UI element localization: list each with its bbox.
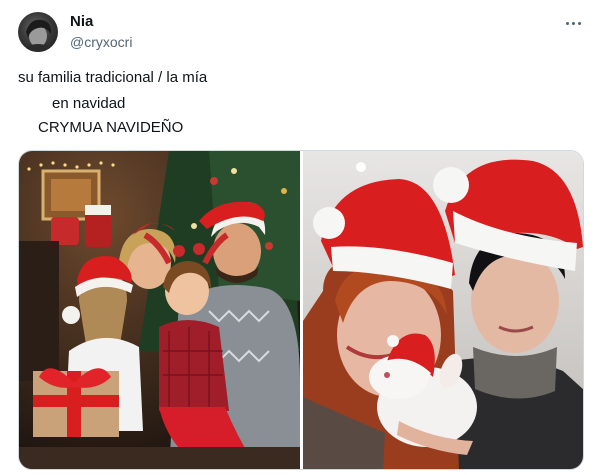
tweet-text-line: CRYMUA NAVIDEÑO bbox=[38, 119, 184, 136]
family-photo[interactable] bbox=[19, 151, 300, 469]
author-name[interactable]: Nia bbox=[70, 13, 93, 30]
media-grid bbox=[18, 150, 584, 470]
tweet-text-line: en navidad bbox=[52, 95, 126, 112]
couple-photo[interactable] bbox=[303, 151, 583, 469]
avatar[interactable] bbox=[18, 12, 58, 52]
tweet: Nia @cryxocri su familia tradicional / l… bbox=[0, 0, 598, 475]
author-handle[interactable]: @cryxocri bbox=[70, 34, 132, 50]
tweet-text-line: su familia tradicional / la mía bbox=[18, 69, 208, 86]
more-horizontal-icon[interactable] bbox=[560, 12, 586, 34]
